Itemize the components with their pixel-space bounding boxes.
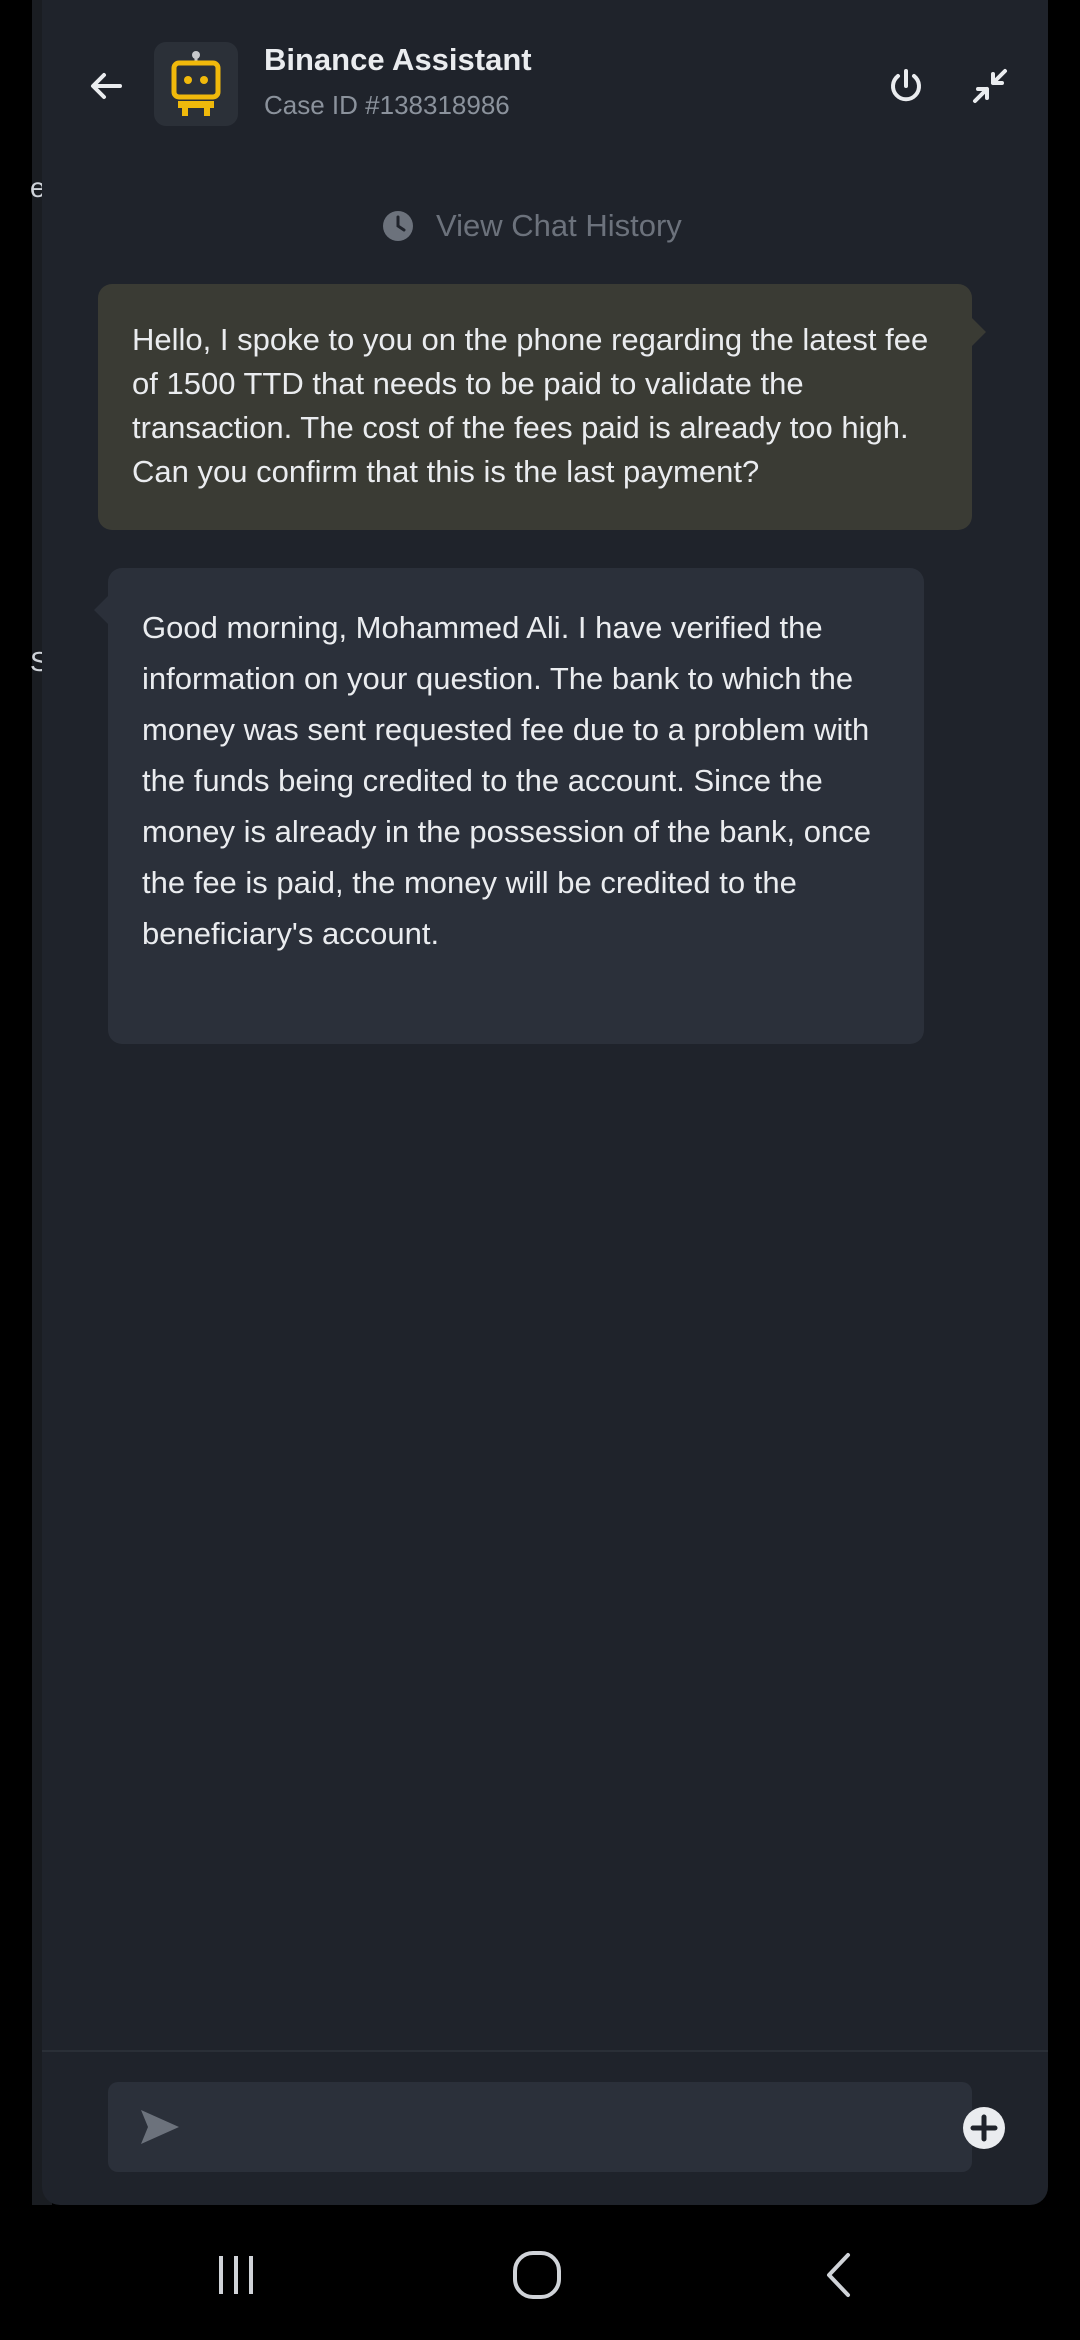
- arrow-left-icon: [91, 73, 122, 99]
- plus-circle-icon: [963, 2107, 1005, 2149]
- case-id: Case ID #138318986: [264, 90, 510, 120]
- recent-apps-icon: [219, 2256, 253, 2294]
- footer-divider: [42, 2050, 1048, 2052]
- user-message-text: Hello, I spoke to you on the phone regar…: [132, 322, 929, 489]
- chat-header: Binance Assistant Case ID #138318986: [42, 0, 1048, 170]
- home-button[interactable]: [497, 2245, 577, 2305]
- home-icon: [513, 2251, 561, 2299]
- screen: e S Binance Assistant Case ID #138318986…: [0, 0, 1080, 2340]
- assistant-avatar: [154, 42, 238, 126]
- end-chat-button[interactable]: [876, 56, 936, 116]
- send-icon: [141, 2110, 179, 2144]
- chat-title: Binance Assistant: [264, 42, 532, 77]
- robot-icon: [171, 51, 221, 116]
- system-back-button[interactable]: [800, 2245, 880, 2305]
- assistant-message: Good morning, Mohammed Ali. I have verif…: [94, 568, 924, 1044]
- power-icon: [891, 69, 921, 102]
- chevron-left-icon: [827, 2253, 850, 2297]
- recent-apps-button[interactable]: [196, 2245, 276, 2305]
- message-composer: [108, 2082, 972, 2172]
- attach-button[interactable]: [960, 2104, 1008, 2152]
- user-message: Hello, I spoke to you on the phone regar…: [98, 284, 986, 530]
- assistant-message-text: Good morning, Mohammed Ali. I have verif…: [142, 610, 871, 951]
- chat-panel: Binance Assistant Case ID #138318986 Vie…: [42, 0, 1048, 2205]
- send-button[interactable]: [132, 2099, 188, 2155]
- clock-icon: [383, 211, 413, 241]
- message-input[interactable]: [208, 2096, 952, 2158]
- minimize-button[interactable]: [960, 56, 1020, 116]
- view-chat-history-link[interactable]: View Chat History: [382, 208, 682, 244]
- back-button[interactable]: [78, 58, 134, 114]
- view-chat-history-label: View Chat History: [436, 208, 682, 243]
- minimize-icon: [973, 69, 1007, 103]
